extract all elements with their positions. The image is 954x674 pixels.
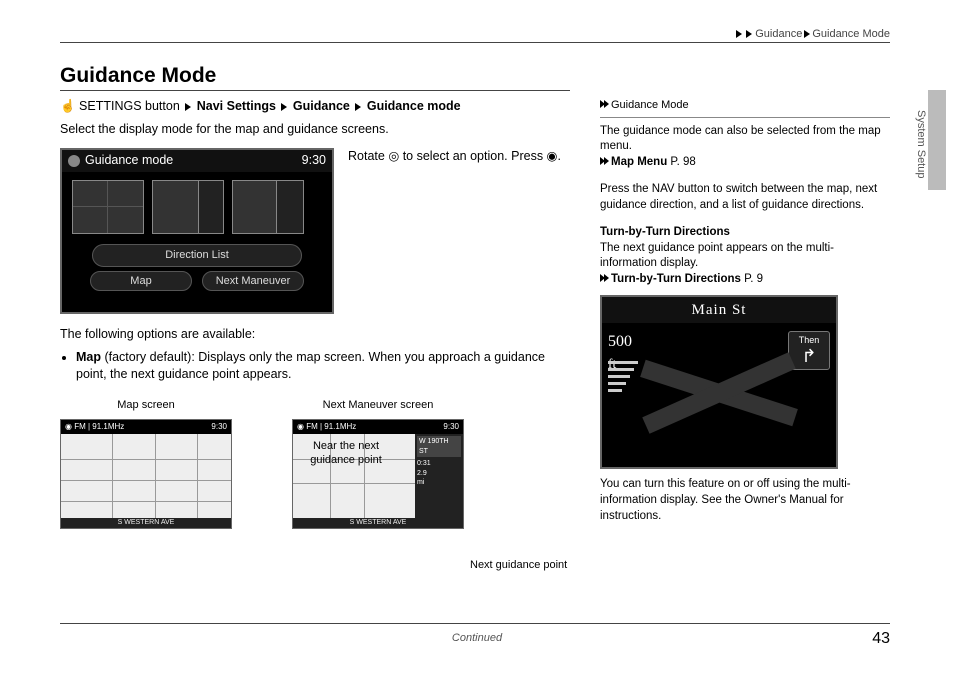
s1-opt-map: Map	[90, 271, 192, 292]
intersection-icon	[639, 338, 799, 448]
s1-title: Guidance mode	[85, 152, 173, 169]
link-mapmenu: Map Menu P. 98	[600, 155, 890, 171]
s1-opt-dirlist: Direction List	[92, 244, 302, 267]
main-column: ☝ SETTINGS button Navi Settings Guidance…	[60, 98, 570, 529]
page-title: Guidance Mode	[60, 64, 216, 88]
option-list: Map (factory default): Displays only the…	[76, 349, 570, 383]
aside-subhead: Turn-by-Turn Directions	[600, 226, 730, 238]
triangle-icon	[185, 103, 191, 111]
section-tab	[928, 90, 946, 190]
rule-top	[60, 42, 890, 43]
mini-nextman-screen: ◉ FM | 91.1MHz9:30 W 190TH ST 0:312.9mi …	[292, 419, 464, 529]
rule-bottom	[60, 623, 890, 624]
mid-display-screenshot: Main St 500ft Then↱	[600, 295, 838, 469]
gear-icon	[68, 155, 80, 167]
path-pre: SETTINGS button	[79, 99, 180, 113]
triangle-icon	[281, 103, 287, 111]
aside-column: Guidance Mode The guidance mode can also…	[600, 98, 890, 524]
between-caption: Near the next guidance point	[296, 440, 396, 466]
thumb-map	[72, 180, 144, 234]
ds-title: Main St	[602, 297, 836, 323]
breadcrumb: Guidance Guidance Mode	[734, 28, 890, 40]
breadcrumb-a: Guidance	[755, 28, 802, 40]
comparison-shots: Map screen ◉ FM | 91.1MHz9:30 S WESTERN …	[60, 398, 570, 529]
path-b3: Guidance mode	[367, 99, 461, 113]
page-number: 43	[872, 630, 890, 648]
triangle-icon	[355, 103, 361, 111]
aside-heading: Guidance Mode	[600, 98, 890, 118]
intro-text: Select the display mode for the map and …	[60, 121, 570, 138]
s1-opt-nextman: Next Maneuver	[202, 271, 304, 292]
path-b2: Guidance	[293, 99, 350, 113]
options-intro: The following options are available:	[60, 326, 570, 343]
cap-map-screen: Map screen	[117, 398, 174, 413]
aside-p4: You can turn this feature on or off usin…	[600, 477, 890, 524]
thumb-nextman	[232, 180, 304, 234]
option-map: Map (factory default): Displays only the…	[76, 349, 570, 383]
ngp-caption: Next guidance point	[470, 558, 567, 573]
breadcrumb-b: Guidance Mode	[812, 28, 890, 40]
aside-p2: Press the NAV button to switch between t…	[600, 182, 890, 213]
guidance-mode-screenshot: Guidance mode 9:30 Direction List Map Ne…	[60, 148, 334, 314]
path-b1: Navi Settings	[197, 99, 276, 113]
thumb-dirlist	[152, 180, 224, 234]
mini-map-screen: ◉ FM | 91.1MHz9:30 S WESTERN AVE	[60, 419, 232, 529]
cap-nextman-screen: Next Maneuver screen	[323, 398, 434, 413]
continued: Continued	[452, 632, 502, 644]
section-tab-label: System Setup	[915, 110, 927, 178]
title-rule	[60, 90, 570, 91]
link-tbt: Turn-by-Turn Directions P. 9	[600, 272, 890, 288]
rotate-instruction: Rotate ◎ to select an option. Press ◉.	[348, 148, 570, 165]
ds-dist: 500	[608, 333, 632, 350]
aside-p3: The next guidance point appears on the m…	[600, 241, 890, 272]
aside-p1: The guidance mode can also be selected f…	[600, 124, 890, 155]
ds-bars	[608, 361, 638, 396]
s1-time: 9:30	[302, 152, 326, 169]
settings-path: ☝ SETTINGS button Navi Settings Guidance…	[60, 98, 570, 115]
